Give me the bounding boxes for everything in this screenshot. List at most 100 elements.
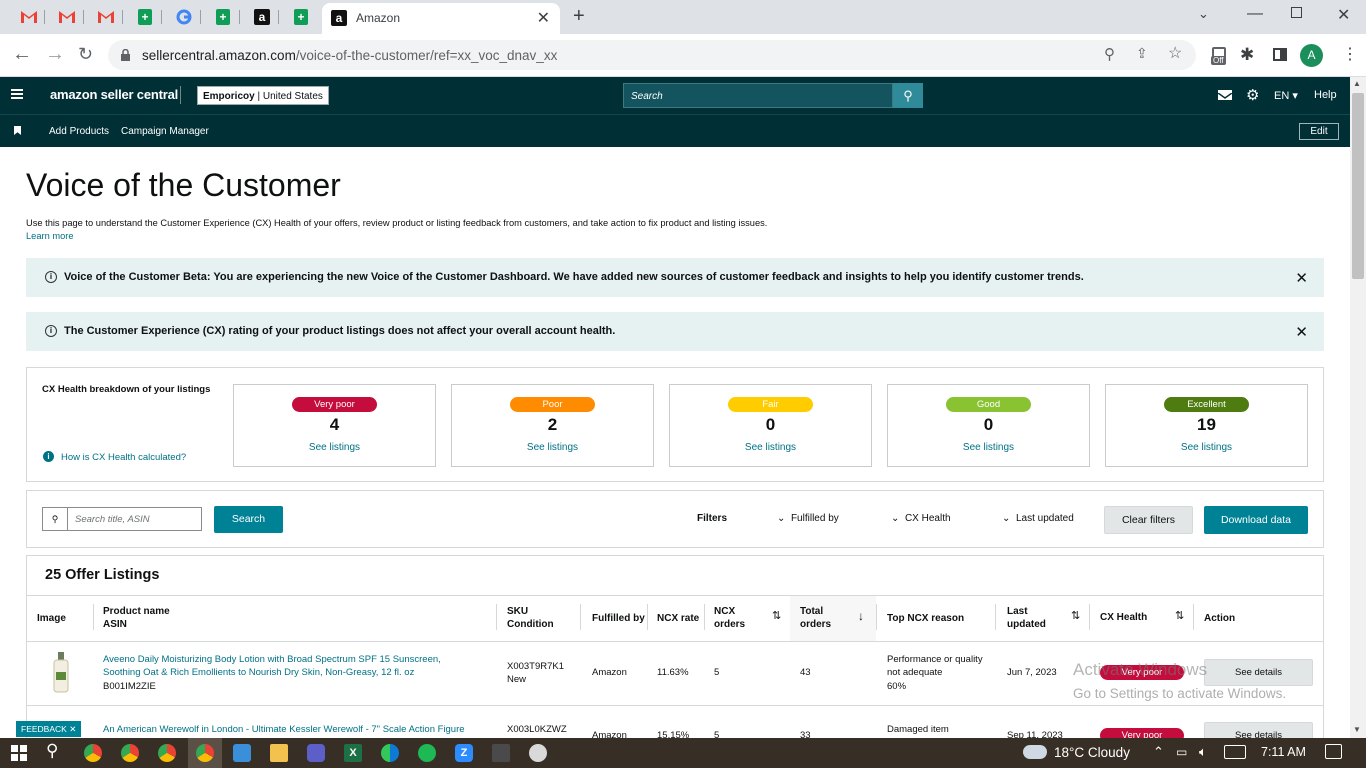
product-name-link[interactable]: Aveeno Daily Moisturizing Body Lotion wi… xyxy=(103,653,441,666)
see-listings-link[interactable]: See listings xyxy=(888,442,1089,453)
bookmark-star-icon[interactable]: ☆ xyxy=(1168,43,1182,63)
excel-icon[interactable]: X xyxy=(344,744,362,762)
sort-icon[interactable]: ⇅ xyxy=(772,610,781,623)
see-details-button[interactable]: See details xyxy=(1204,722,1313,738)
sort-icon[interactable]: ⇅ xyxy=(1071,610,1080,623)
last-updated-value: Jun 7, 2023 xyxy=(1007,667,1057,678)
share-icon[interactable]: ⇪ xyxy=(1136,45,1148,62)
col-image: Image xyxy=(37,613,66,624)
bookmark-icon[interactable] xyxy=(14,126,21,135)
see-listings-link[interactable]: See listings xyxy=(670,442,871,453)
see-listings-link[interactable]: See listings xyxy=(452,442,653,453)
tab-search-icon[interactable]: ⌄ xyxy=(1198,6,1209,22)
product-name-link-line2[interactable]: Soothing Oat & Rich Emollients to Nouris… xyxy=(103,666,414,679)
settings-gear-icon[interactable]: ⚙ xyxy=(1246,86,1259,104)
hamburger-menu-icon[interactable] xyxy=(11,89,23,99)
sheets-tab-icon[interactable]: + xyxy=(289,5,313,29)
subnav-add-products[interactable]: Add Products xyxy=(49,126,109,137)
restore-icon[interactable] xyxy=(1291,7,1302,18)
lock-icon xyxy=(121,48,130,61)
cx-health-filter[interactable]: ⌄ CX Health xyxy=(891,513,951,524)
scroll-down-icon[interactable]: ▼ xyxy=(1353,725,1361,734)
sheets-tab-icon[interactable]: + xyxy=(133,5,157,29)
product-name-link[interactable]: An American Werewolf in London - Ultimat… xyxy=(103,723,465,736)
language-select[interactable]: EN ▾ xyxy=(1274,89,1298,102)
new-tab-icon[interactable]: + xyxy=(573,5,585,28)
subnav-campaign-manager[interactable]: Campaign Manager xyxy=(121,126,209,137)
listing-search-input[interactable]: ⚲ Search title, ASIN xyxy=(42,507,202,531)
see-listings-link[interactable]: See listings xyxy=(1106,442,1307,453)
sheets-tab-icon[interactable]: + xyxy=(211,5,235,29)
seller-search-input[interactable]: Search xyxy=(623,83,893,108)
listing-search-button[interactable]: Search xyxy=(214,506,283,533)
gmail-tab-icon[interactable] xyxy=(94,5,118,29)
seller-central-logo[interactable]: amazon seller central xyxy=(50,87,178,102)
see-details-button[interactable]: See details xyxy=(1204,659,1313,686)
search-icon[interactable]: ⚲ xyxy=(893,83,923,108)
forward-icon[interactable]: → xyxy=(45,43,65,66)
help-link[interactable]: Help xyxy=(1314,89,1337,101)
close-tab-icon[interactable]: ✕ xyxy=(537,8,550,28)
learn-more-link[interactable]: Learn more xyxy=(26,231,74,241)
scrollbar-thumb[interactable] xyxy=(1352,93,1364,279)
app-icon[interactable] xyxy=(233,744,251,762)
zoom-icon[interactable]: ⚲ xyxy=(1104,45,1115,63)
chrome-icon[interactable] xyxy=(84,744,102,762)
account-switcher[interactable]: Emporicoy | United States xyxy=(197,86,329,105)
see-listings-link[interactable]: See listings xyxy=(234,442,435,453)
last-updated-filter[interactable]: ⌄ Last updated xyxy=(1002,513,1074,524)
messages-icon[interactable] xyxy=(1217,90,1233,100)
chrome-icon[interactable] xyxy=(196,744,214,762)
download-data-button[interactable]: Download data xyxy=(1204,506,1308,534)
reload-icon[interactable]: ↻ xyxy=(78,44,93,65)
extensions-puzzle-icon[interactable]: ✱ xyxy=(1240,45,1254,65)
calculator-icon[interactable] xyxy=(492,744,510,762)
edit-bookmarks-button[interactable]: Edit xyxy=(1299,123,1339,140)
sort-desc-icon[interactable]: ↓ xyxy=(858,610,864,623)
weather-text[interactable]: 18°C Cloudy xyxy=(1054,745,1130,760)
chrome-icon[interactable] xyxy=(158,744,176,762)
profile-avatar[interactable]: A xyxy=(1300,44,1323,67)
network-icon[interactable]: ▭ xyxy=(1176,745,1187,759)
app-icon[interactable] xyxy=(529,744,547,762)
feedback-tab[interactable]: FEEDBACK ✕ xyxy=(16,721,82,737)
search-icon[interactable]: ⚲ xyxy=(46,741,58,761)
spotify-icon[interactable] xyxy=(418,744,436,762)
window-close-icon[interactable]: ✕ xyxy=(1337,5,1350,25)
clear-filters-button[interactable]: Clear filters xyxy=(1104,506,1193,534)
chevron-up-icon[interactable]: ⌃ xyxy=(1153,744,1164,760)
active-tab[interactable]: a Amazon ✕ xyxy=(322,3,560,34)
file-explorer-icon[interactable] xyxy=(270,744,288,762)
chevron-down-icon: ⌄ xyxy=(891,513,900,524)
back-icon[interactable]: ← xyxy=(12,43,32,66)
amazon-tab-icon[interactable]: a xyxy=(250,5,274,29)
edge-icon[interactable] xyxy=(381,744,399,762)
notifications-icon[interactable] xyxy=(1325,744,1342,759)
clock[interactable]: 7:11 AM xyxy=(1261,745,1306,759)
main-content: Voice of the Customer Use this page to u… xyxy=(0,147,1350,738)
chrome-icon[interactable] xyxy=(121,744,139,762)
extension-off-icon[interactable]: Off xyxy=(1209,47,1231,69)
seller-search-placeholder: Search xyxy=(631,91,663,102)
browser-menu-icon[interactable]: ⋮ xyxy=(1342,44,1358,64)
volume-icon[interactable]: 🔈︎ xyxy=(1199,744,1207,760)
zoom-app-icon[interactable]: Z xyxy=(455,744,473,762)
close-alert-icon[interactable]: ✕ xyxy=(1295,269,1308,287)
product-thumbnail[interactable] xyxy=(52,652,70,694)
fulfilled-by-filter[interactable]: ⌄ Fulfilled by xyxy=(777,513,839,524)
gmail-tab-icon[interactable] xyxy=(55,5,79,29)
ncx-orders-value: 5 xyxy=(714,730,720,738)
app-icon[interactable] xyxy=(307,744,325,762)
address-bar[interactable]: sellercentral.amazon.com/voice-of-the-cu… xyxy=(108,40,1196,70)
how-cx-health-link[interactable]: How is CX Health calculated? xyxy=(61,452,186,463)
google-tab-icon[interactable] xyxy=(172,5,196,29)
gmail-tab-icon[interactable] xyxy=(17,5,41,29)
close-alert-icon[interactable]: ✕ xyxy=(1295,323,1308,341)
cloud-weather-icon[interactable] xyxy=(1023,745,1047,759)
windows-start-icon[interactable] xyxy=(11,745,27,761)
side-panel-icon[interactable] xyxy=(1273,48,1287,61)
scroll-up-icon[interactable]: ▲ xyxy=(1353,79,1361,88)
keyboard-icon[interactable] xyxy=(1224,745,1246,759)
sort-icon[interactable]: ⇅ xyxy=(1175,610,1184,623)
minimize-icon[interactable]: — xyxy=(1247,5,1263,23)
